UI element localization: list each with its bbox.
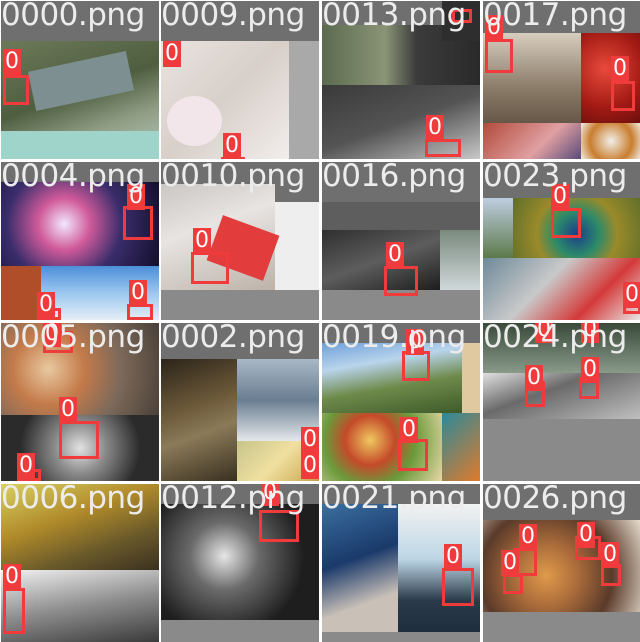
detection-label: 0 [37, 292, 55, 318]
mosaic-tile[interactable]: 0 0 0017.png [483, 1, 640, 159]
tile-filename: 0004.png [1, 162, 145, 194]
detection-label: 0 [129, 280, 147, 306]
tile-filename: 0021.png [322, 484, 466, 516]
mosaic-tile[interactable]: 0 0 0 0 0024.png [483, 323, 640, 481]
detection-box [551, 208, 581, 238]
detection-label: 0 [501, 550, 519, 576]
detection-box [3, 588, 25, 634]
mosaic-tile[interactable]: 0 0012.png [161, 484, 319, 642]
detection-label: 0 [3, 49, 21, 75]
mosaic-tile[interactable]: 0 0 0019.png [322, 323, 480, 481]
detection-label: 0 [444, 544, 462, 570]
detection-box [503, 574, 523, 594]
detection-label: 0 [400, 417, 418, 443]
mosaic-tile[interactable]: 0 0006.png [1, 484, 159, 642]
detection-label: 0 [611, 56, 629, 82]
mosaic-tile[interactable]: 0 0 0 0 0026.png [483, 484, 640, 642]
detection-box [611, 81, 635, 111]
tile-filename: 0026.png [483, 484, 627, 516]
detection-label: 0 [519, 524, 537, 550]
mosaic-tile[interactable]: 0 0013.png [322, 1, 480, 159]
detection-label: 0 [525, 365, 543, 391]
detection-box [127, 304, 153, 320]
detection-label: 0 [17, 453, 35, 479]
detection-label: 0 [623, 282, 640, 308]
detection-box [442, 568, 474, 606]
mosaic-tile[interactable]: 0 0016.png [322, 162, 480, 320]
mosaic-tile[interactable]: 0 0021.png [322, 484, 480, 642]
tile-filename: 0012.png [161, 484, 305, 516]
detection-label: 0 [163, 41, 181, 67]
detection-label: 0 [59, 397, 77, 423]
mosaic-tile[interactable]: 0 0 0 0 0005.png [1, 323, 159, 481]
mosaic-tile[interactable]: 0 0 0009.png [161, 1, 319, 159]
detection-label: 0 [577, 522, 595, 548]
tile-filename: 0002.png [161, 323, 305, 355]
detection-label: 0 [193, 228, 211, 254]
mosaic-tile[interactable]: 0 0 0 0004.png [1, 162, 159, 320]
detection-label: 0 [386, 242, 404, 268]
mosaic-tile[interactable]: 0 0000.png [1, 1, 159, 159]
tile-filename: 0005.png [1, 323, 145, 355]
mosaic-tile[interactable]: 0 0 0002.png [161, 323, 319, 481]
tile-filename: 0023.png [483, 162, 627, 194]
tile-filename: 0013.png [322, 1, 466, 33]
detection-box [3, 75, 29, 105]
detection-label: 0 [223, 133, 241, 159]
mosaic-tile[interactable]: 0 0 0023.png [483, 162, 640, 320]
tile-filename: 0009.png [161, 1, 305, 33]
detection-box [425, 139, 461, 157]
detection-box [191, 252, 229, 284]
detection-box [384, 266, 418, 296]
mosaic-grid: 0 0000.png 0 0 0009.png 0 0013.png 0 0 0… [0, 0, 640, 642]
detection-box [123, 206, 153, 240]
tile-filename: 0000.png [1, 1, 145, 33]
detection-box [59, 421, 99, 459]
mosaic-tile[interactable]: 0 0010.png [161, 162, 319, 320]
tile-filename: 0017.png [483, 1, 627, 33]
detection-box [485, 39, 513, 73]
detection-label: 0 [301, 427, 319, 453]
tile-filename: 0016.png [322, 162, 466, 194]
tile-filename: 0006.png [1, 484, 145, 516]
detection-label: 0 [3, 564, 21, 590]
detection-label: 0 [426, 115, 444, 141]
tile-filename: 0019.png [322, 323, 466, 355]
detection-label: 0 [601, 542, 619, 568]
detection-box [398, 439, 428, 471]
detection-label: 0 [301, 453, 319, 479]
tile-filename: 0024.png [483, 323, 627, 355]
tile-filename: 0010.png [161, 162, 305, 194]
detection-label: 0 [581, 357, 599, 383]
